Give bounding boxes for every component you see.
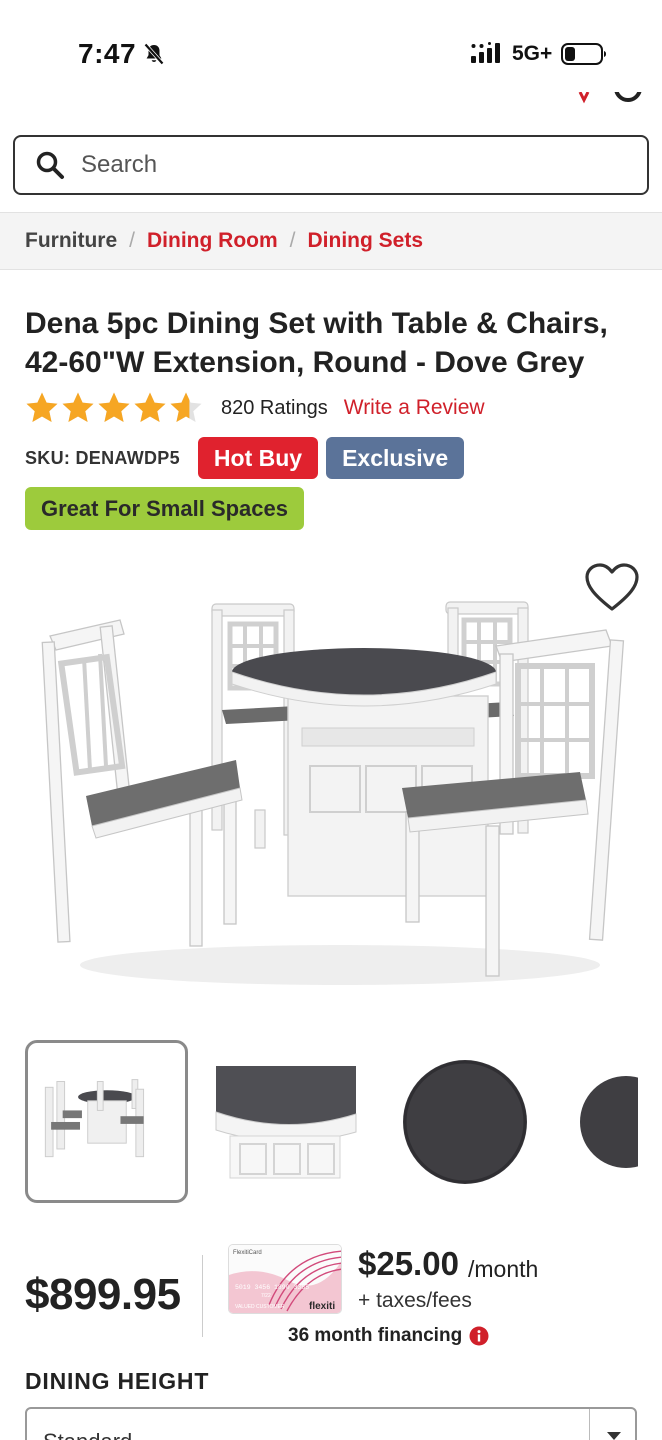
flexiti-logo-text: flexiti	[309, 1301, 335, 1312]
taxes-fees-label: + taxes/fees	[358, 1289, 472, 1312]
status-time: 7:47	[78, 38, 137, 69]
info-icon[interactable]	[469, 1326, 489, 1346]
breadcrumb: Furniture / Dining Room / Dining Sets	[0, 212, 662, 270]
star-icon	[62, 392, 94, 422]
small-spaces-badge: Great For Small Spaces	[25, 487, 304, 530]
breadcrumb-separator: /	[289, 229, 296, 252]
flexiti-card-graphic: FlexitiCard 5019 3456 1890 3365 7/22 VAL…	[229, 1245, 341, 1313]
dining-height-select[interactable]: Standard	[25, 1407, 637, 1440]
thumbnail-round-top-image	[403, 1060, 527, 1184]
thumbnail-table-top-image	[215, 1066, 357, 1179]
breadcrumb-separator: /	[129, 229, 136, 252]
thumbnail-4[interactable]	[576, 1040, 638, 1203]
breadcrumb-dining-room[interactable]: Dining Room	[147, 229, 278, 253]
financing-term-label: 36 month financing	[288, 1325, 463, 1346]
network-label: 5G+	[512, 42, 553, 65]
search-bar[interactable]	[13, 135, 649, 195]
write-review-link[interactable]: Write a Review	[344, 396, 485, 420]
ratings-count[interactable]: 820 Ratings	[221, 397, 328, 420]
per-month-label: /month	[468, 1256, 539, 1282]
signal-icon	[471, 42, 500, 63]
rating-row: 820 Ratings Write a Review	[25, 388, 485, 428]
financing-term[interactable]: 36 month financing	[288, 1325, 489, 1347]
card-label: FlexitiCard	[233, 1250, 262, 1256]
hot-buy-badge: Hot Buy	[197, 437, 319, 479]
sku-label: SKU: DENAWDP5	[25, 447, 180, 468]
flexiti-card-image: FlexitiCard 5019 3456 1890 3365 7/22 VAL…	[228, 1244, 342, 1314]
search-input[interactable]	[81, 151, 601, 179]
thumbnail-partial-image	[580, 1076, 638, 1168]
card-holder: VALUED CUSTOMER	[235, 1304, 285, 1310]
dining-height-value: Standard	[43, 1429, 132, 1440]
thumbnail-2[interactable]	[214, 1040, 358, 1203]
thumbnail-dining-set-image	[44, 1079, 145, 1158]
sku-row: SKU: DENAWDP5 Hot Buy Exclusive	[25, 436, 465, 480]
header-icon-peek	[578, 92, 642, 104]
chevron-down-icon	[607, 1432, 621, 1440]
monthly-payment: $25.00	[358, 1245, 459, 1282]
star-rating[interactable]	[25, 391, 203, 425]
bell-slash-icon	[144, 43, 164, 65]
battery-icon	[561, 43, 606, 65]
card-number: 5019 3456 1890 3365	[235, 1284, 309, 1291]
star-icon	[98, 392, 130, 422]
breadcrumb-dining-sets[interactable]: Dining Sets	[308, 229, 424, 253]
thumbnail-3[interactable]	[396, 1040, 534, 1203]
star-icon	[26, 392, 58, 422]
star-icon	[134, 392, 166, 422]
product-title: Dena 5pc Dining Set with Table & Chairs,…	[25, 307, 608, 379]
card-expiry: 7/22	[261, 1293, 271, 1299]
search-icon	[36, 151, 64, 179]
product-price: $899.95	[25, 1270, 181, 1319]
exclusive-badge: Exclusive	[326, 437, 465, 479]
product-main-image[interactable]	[40, 590, 630, 990]
star-icon	[170, 392, 202, 422]
status-bar: 7:47 5G+	[0, 0, 662, 100]
thumbnail-1[interactable]	[25, 1040, 188, 1203]
select-divider	[589, 1409, 590, 1440]
price-divider	[202, 1255, 203, 1337]
breadcrumb-furniture[interactable]: Furniture	[25, 229, 117, 253]
dining-height-label: DINING HEIGHT	[25, 1368, 210, 1394]
